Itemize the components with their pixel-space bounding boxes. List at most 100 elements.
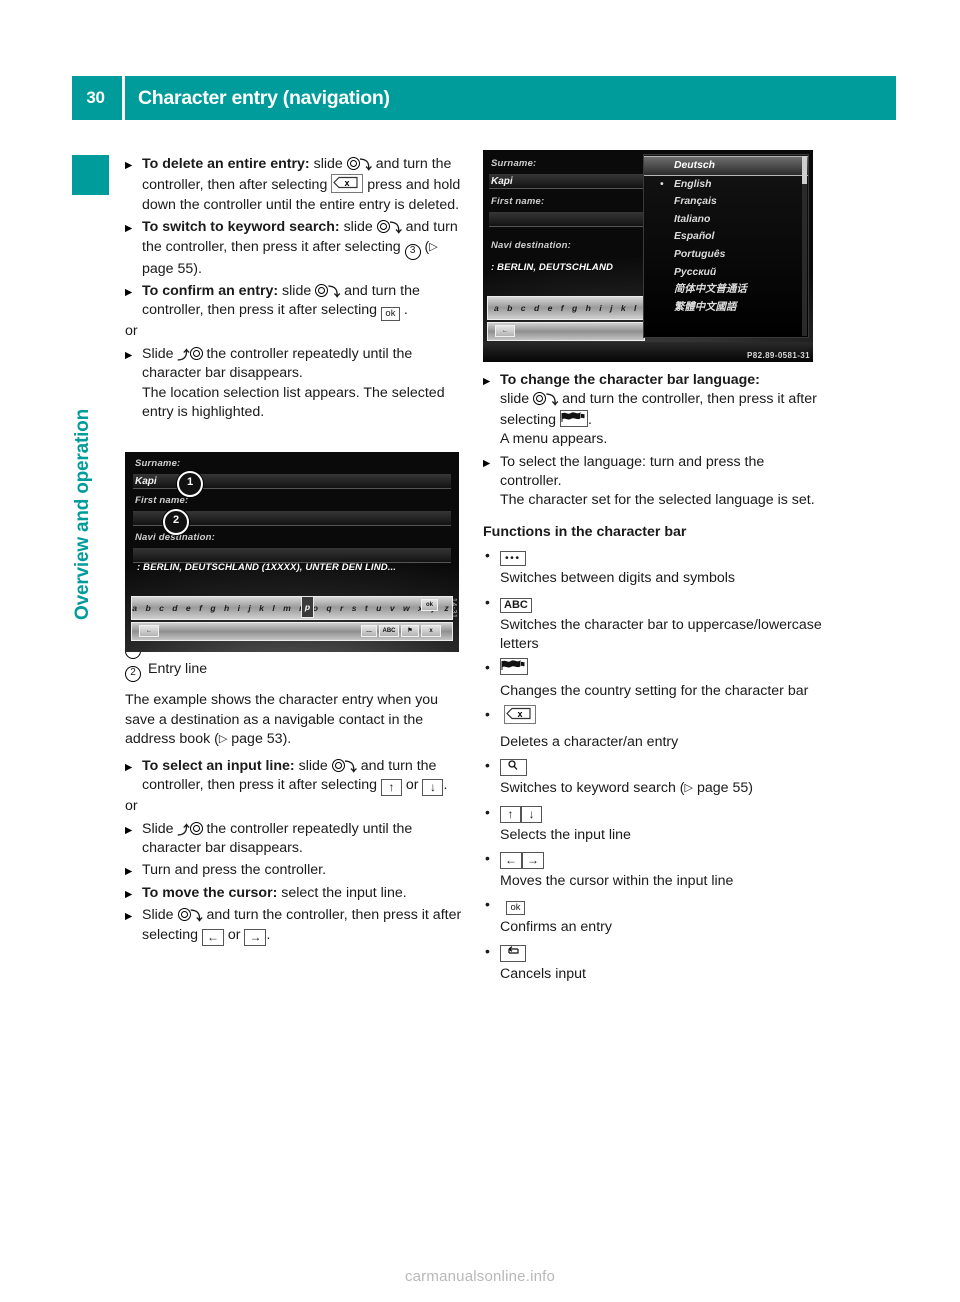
language-option-deutsch[interactable]: Deutsch	[644, 156, 808, 176]
language-option-portugues[interactable]: Português	[644, 246, 808, 264]
watermark: carmanualsonline.info	[404, 1268, 556, 1285]
language-option-traditional-chinese[interactable]: 繁體中文國語	[644, 299, 808, 317]
function-item-country-setting: Changes the country setting for the char…	[483, 658, 823, 701]
step-text: To select the language: turn and press t…	[500, 453, 765, 490]
language-option-russian[interactable]: Русский	[644, 264, 808, 282]
flag-key-icon	[500, 658, 528, 676]
flag-key-icon	[559, 409, 588, 427]
arrow-down-icon: ⤵	[389, 221, 402, 236]
header-divider	[122, 76, 125, 120]
arrow-up-icon: ⤴	[177, 822, 190, 837]
function-description-text: Switches to keyword search (	[500, 780, 685, 797]
arrow-right-key-icon: →	[244, 928, 267, 946]
back-mini-key-icon[interactable]: ←	[139, 625, 159, 637]
language-option-espanol[interactable]: Español	[644, 228, 808, 246]
or-label: or	[125, 323, 138, 340]
callout-number-3-icon: 3	[404, 243, 421, 260]
character-bar: a b c d e f g h i j k l m n o	[487, 296, 645, 320]
flag-mini-key-icon[interactable]: ⚑	[401, 625, 419, 637]
step-change-character-bar-language: To change the character bar language: sli…	[483, 371, 823, 450]
field-line-first-name	[489, 212, 645, 227]
or-label-2: or	[125, 798, 138, 815]
delete-mini-key-icon[interactable]: x	[421, 625, 441, 637]
field-label-navi-destination: Navi destination:	[491, 240, 571, 251]
callout-number-2-icon: 2	[125, 666, 141, 683]
step-text: .	[443, 777, 448, 794]
arrow-up-key-icon: ↑	[500, 805, 521, 823]
language-menu[interactable]: Deutsch English Français Italiano Españo…	[643, 154, 809, 338]
function-description: Switches to keyword search (▷ page 55)	[500, 779, 823, 798]
nav-screen: Surname: Kapi First name: Navi destinati…	[125, 452, 459, 652]
character-bar: a b c d e f g h i j k l m n o q r s t u …	[131, 596, 453, 620]
page-ref-arrow-icon: ▷	[218, 733, 228, 746]
delete-key-icon: x	[504, 705, 536, 725]
field-line-navi-destination	[133, 548, 451, 563]
function-item-cancel-input: Cancels input	[483, 942, 823, 984]
function-description: Changes the country setting for the char…	[500, 682, 809, 699]
page-reference: page 55	[142, 260, 194, 277]
page-ref-arrow-icon: ▷	[429, 240, 438, 253]
field-label-surname: Surname:	[135, 458, 181, 469]
arrow-up-icon: ⤴	[177, 347, 190, 362]
step-lead: To change the character bar language:	[500, 372, 760, 388]
ok-mini-key-icon[interactable]: ok	[421, 599, 438, 611]
arrow-up-key-icon: ↑	[380, 779, 402, 797]
controller-ring-icon	[533, 392, 547, 406]
callout-1: 1	[177, 471, 203, 497]
arrow-down-key-icon: ↓	[422, 779, 444, 797]
step-text: ).	[193, 260, 202, 277]
arrow-down-icon: ⤵	[359, 158, 372, 172]
step-confirm-entry: To confirm an entry: slide ⤵ and turn th…	[125, 282, 465, 322]
step-text: .	[399, 302, 408, 319]
function-item-digits-symbols: ••• Switches between digits and symbols	[483, 546, 823, 588]
nav-screen-right: Surname: Kapi First name: Navi destinati…	[483, 150, 813, 362]
example-paragraph: The example shows the character entry wh…	[125, 691, 465, 749]
callout-2: 2	[163, 509, 189, 535]
field-label-first-name: First name:	[135, 495, 189, 506]
step-text: or	[401, 777, 423, 794]
language-menu-scrollbar-thumb[interactable]	[802, 156, 807, 184]
arrow-left-key-icon: ←	[201, 928, 224, 946]
dots-key-icon: •••	[500, 551, 526, 567]
function-description: Selects the input line	[500, 826, 631, 843]
step-result: The location selection list appears. The…	[142, 384, 445, 421]
step-text: slide	[500, 391, 534, 408]
language-option-simplified-chinese[interactable]: 简体中文普通话	[644, 281, 808, 299]
step-lead: To delete an entire entry:	[142, 156, 310, 172]
legend-label: Entry line	[148, 661, 208, 678]
destination-text: : BERLIN, DEUTSCHLAND	[491, 262, 614, 273]
abc-mini-key-icon[interactable]: ABC	[379, 625, 399, 637]
step-select-language: To select the language: turn and press t…	[483, 453, 823, 511]
field-label-first-name: First name:	[491, 196, 545, 207]
language-option-francais[interactable]: Français	[644, 193, 808, 211]
step-slide-until-bar-disappears: Slide ⤴ the controller repeatedly until …	[125, 345, 465, 423]
page-header-bar: 30 Character entry (navigation)	[72, 76, 896, 120]
dots-mini-key-icon[interactable]: …	[361, 625, 377, 637]
field-value-surname: Kapi	[491, 176, 513, 187]
function-item-keyword-search: Switches to keyword search (▷ page 55)	[483, 756, 823, 798]
controller-ring-icon	[331, 758, 345, 772]
page-reference: page 53	[231, 731, 283, 748]
abc-key-icon: ABC	[500, 597, 532, 613]
delete-key-icon: x	[331, 174, 364, 194]
back-mini-key-icon[interactable]: ←	[495, 325, 515, 337]
step-text: or	[223, 926, 245, 943]
step-text: select the input line.	[277, 884, 407, 901]
step-switch-keyword-search: To switch to keyword search: slide ⤵ and…	[125, 218, 465, 279]
language-option-italiano[interactable]: Italiano	[644, 211, 808, 229]
language-menu-scrollbar[interactable]	[802, 156, 807, 336]
step-select-input-line: To select an input line: slide ⤵ and tur…	[125, 757, 465, 797]
functions-heading: Functions in the character bar	[483, 523, 687, 540]
step-text: .	[587, 411, 592, 428]
step-text: Slide	[142, 907, 178, 924]
function-item-select-input-line: ↑↓ Selects the input line	[483, 803, 823, 845]
controller-ring-icon	[315, 284, 329, 298]
step-text: slide	[339, 219, 377, 236]
controller-ring-icon	[189, 346, 203, 360]
side-tab-marker	[72, 155, 109, 195]
language-option-english[interactable]: English	[644, 176, 808, 194]
function-description: Confirms an entry	[500, 919, 612, 936]
step-text: Slide	[142, 820, 178, 837]
arrow-right-key-icon: →	[522, 851, 544, 869]
step-slide-and-turn: Slide ⤵ and turn the controller, then pr…	[125, 906, 465, 946]
